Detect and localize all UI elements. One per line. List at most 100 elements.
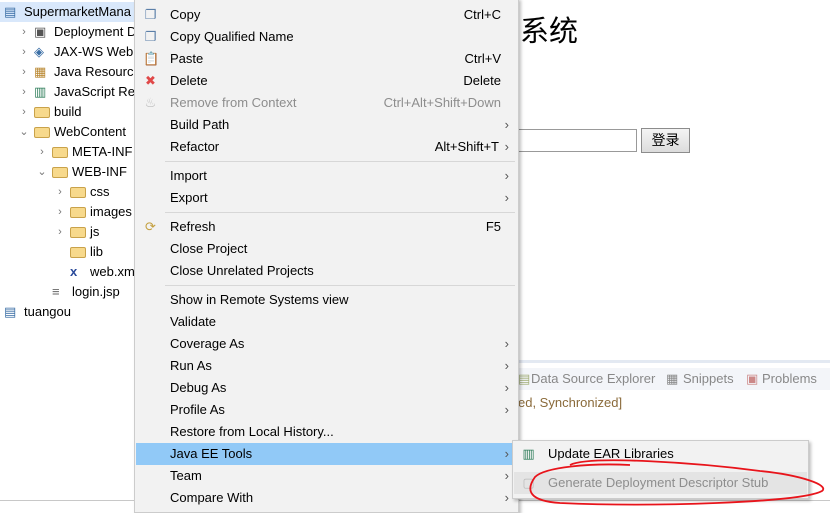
tab-snippets[interactable]: Snippets (683, 368, 734, 390)
chevron-right-icon: › (504, 336, 509, 351)
chevron-right-icon: › (504, 117, 509, 132)
tree-item[interactable]: › css (0, 182, 136, 202)
tree-item-label: tuangou (24, 304, 71, 319)
context-menu: ❐ Copy Ctrl+C ❐ Copy Qualified Name 📋 Paste Ctr… (134, 0, 519, 513)
tree-item[interactable]: › ▥ JavaScript Resc (0, 82, 136, 102)
chevron-right-icon[interactable]: › (54, 202, 66, 222)
tree-item[interactable]: ≡ login.jsp (0, 282, 136, 302)
project-warning-icon: ▤ (4, 304, 17, 319)
ear-libraries-icon: ▥ (522, 446, 535, 461)
java-resources-icon: ▦ (34, 64, 47, 79)
tree-item[interactable]: › js (0, 222, 136, 242)
tab-problems[interactable]: Problems (762, 368, 817, 390)
menu-item-compare-with[interactable]: Compare With › (136, 487, 517, 509)
folder-icon (70, 247, 86, 258)
menu-item-update-ear-libraries[interactable]: ▥ Update EAR Libraries (514, 443, 807, 465)
menu-separator (165, 161, 515, 162)
tree-item[interactable]: › ▦ Java Resources (0, 62, 136, 82)
menu-item-team[interactable]: Team › (136, 465, 517, 487)
menu-item-label: Run As (170, 358, 212, 373)
tree-item[interactable]: x web.xml (0, 262, 136, 282)
editor-area (518, 0, 830, 360)
chevron-down-icon[interactable]: ⌄ (36, 162, 48, 182)
tree-item[interactable]: lib (0, 242, 136, 262)
chevron-right-icon[interactable]: › (18, 42, 30, 62)
menu-item-profile-as[interactable]: Profile As › (136, 399, 517, 421)
tree-item-label: JavaScript Resc (54, 84, 136, 99)
chevron-right-icon[interactable]: › (54, 182, 66, 202)
menu-item-shortcut: Ctrl+C (463, 7, 501, 22)
chevron-right-icon[interactable]: › (18, 82, 30, 102)
menu-item-shortcut: Alt+Shift+T (434, 139, 499, 154)
menu-item-debug-as[interactable]: Debug As › (136, 377, 517, 399)
menu-item-label: Delete (170, 73, 208, 88)
menu-item-remove-from-context[interactable]: ♨ Remove from Context Ctrl+Alt+Shift+Down (136, 92, 517, 114)
username-input[interactable] (510, 129, 637, 152)
chevron-right-icon: › (504, 168, 509, 183)
menu-item-paste[interactable]: 📋 Paste Ctrl+V (136, 48, 517, 70)
chevron-right-icon[interactable]: › (18, 22, 30, 42)
tree-item[interactable]: › ▣ Deployment De (0, 22, 136, 42)
chevron-down-icon[interactable]: ⌄ (18, 122, 30, 142)
tree-item-label: WEB-INF (72, 164, 127, 179)
tree-item[interactable]: › build (0, 102, 136, 122)
menu-item-run-as[interactable]: Run As › (136, 355, 517, 377)
descriptor-stub-icon: ▢ (522, 475, 535, 490)
tree-item[interactable]: › META-INF (0, 142, 136, 162)
menu-item-label: Generate Deployment Descriptor Stub (548, 475, 769, 490)
tree-item-label: SupermarketMana (24, 4, 131, 19)
refresh-icon: ⟳ (145, 219, 156, 234)
chevron-right-icon[interactable]: › (18, 102, 30, 122)
menu-item-close-project[interactable]: Close Project (136, 238, 517, 260)
menu-item-shortcut: F5 (485, 219, 501, 234)
folder-icon (52, 167, 68, 178)
menu-item-export[interactable]: Export › (136, 187, 517, 209)
login-button[interactable]: 登录 (641, 128, 690, 153)
menu-item-java-ee-tools[interactable]: Java EE Tools › (136, 443, 517, 465)
tree-item[interactable]: ⌄ WebContent (0, 122, 136, 142)
menu-item-copy-qualified-name[interactable]: ❐ Copy Qualified Name (136, 26, 517, 48)
menu-item-label: Update EAR Libraries (548, 446, 674, 461)
chevron-right-icon[interactable]: › (36, 142, 48, 162)
chevron-right-icon[interactable]: › (18, 62, 30, 82)
menu-item-label: Copy Qualified Name (170, 29, 294, 44)
chevron-right-icon[interactable]: › (54, 222, 66, 242)
menu-item-refresh[interactable]: ⟳ Refresh F5 (136, 216, 517, 238)
tree-item-label: build (54, 104, 82, 119)
menu-item-build-path[interactable]: Build Path › (136, 114, 517, 136)
menu-item-close-unrelated-projects[interactable]: Close Unrelated Projects (136, 260, 517, 282)
chevron-right-icon: › (504, 139, 509, 154)
paste-icon: 📋 (143, 51, 160, 66)
menu-item-label: Debug As (170, 380, 227, 395)
menu-item-label: Compare With (170, 490, 254, 505)
tree-item-label: lib (90, 244, 104, 259)
delete-icon: ✖ (145, 73, 156, 88)
tab-data-source-explorer[interactable]: Data Source Explorer (531, 368, 655, 390)
menu-item-delete[interactable]: ✖ Delete Delete (136, 70, 517, 92)
menu-item-import[interactable]: Import › (136, 165, 517, 187)
menu-item-label: Team (170, 468, 202, 483)
menu-item-coverage-as[interactable]: Coverage As › (136, 333, 517, 355)
menu-item-refactor[interactable]: Refactor Alt+Shift+T › (136, 136, 517, 158)
database-icon: ▤ (518, 371, 531, 386)
menu-item-label: Show in Remote Systems view (170, 292, 349, 307)
menu-item-label: Close Unrelated Projects (170, 263, 314, 278)
menu-item-generate-deployment-descriptor-stub[interactable]: ▢ Generate Deployment Descriptor Stub (514, 472, 807, 494)
project-explorer-tree[interactable]: ▤ SupermarketMana › ▣ Deployment De › ◈ JAX-WS … (0, 0, 136, 509)
menu-item-show-in-remote-systems-view[interactable]: Show in Remote Systems view (136, 289, 517, 311)
menu-item-label: Copy (170, 7, 201, 22)
menu-item-copy[interactable]: ❐ Copy Ctrl+C (136, 4, 517, 26)
tree-item-label: css (90, 184, 110, 199)
menu-separator (165, 285, 515, 286)
tree-item[interactable]: › ◈ JAX-WS Web S (0, 42, 136, 62)
menu-item-label: Export (170, 190, 208, 205)
tree-item[interactable]: ▤ SupermarketMana (0, 2, 136, 22)
tree-item[interactable]: › images (0, 202, 136, 222)
menu-item-shortcut: Delete (463, 73, 501, 88)
copy-icon: ❐ (144, 7, 157, 22)
tree-item[interactable]: ▤ tuangou (0, 302, 136, 322)
menu-item-restore-from-local-history[interactable]: Restore from Local History... (136, 421, 517, 443)
chevron-right-icon: › (504, 468, 509, 483)
menu-item-validate[interactable]: Validate (136, 311, 517, 333)
tree-item[interactable]: ⌄ WEB-INF (0, 162, 136, 182)
